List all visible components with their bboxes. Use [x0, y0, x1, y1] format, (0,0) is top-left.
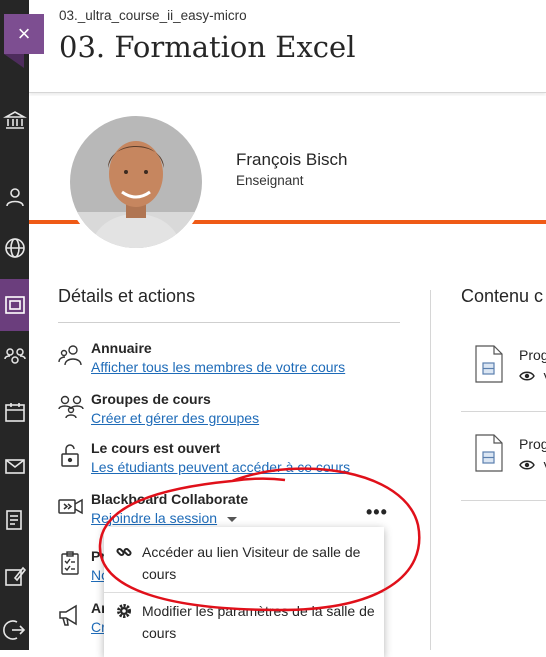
checklist-icon: [58, 550, 84, 576]
nav-messages-icon[interactable]: [0, 446, 29, 486]
session-options-menu: Accéder au lien Visiteur de salle de cou…: [104, 527, 384, 657]
visibility-status[interactable]: V: [519, 458, 546, 476]
gear-icon: [116, 603, 132, 624]
course-id: 03._ultra_course_ii_easy-micro: [59, 8, 247, 23]
unlock-icon: [58, 442, 84, 468]
document-icon: [474, 345, 504, 383]
course-header: 03._ultra_course_ii_easy-micro 03. Forma…: [29, 0, 546, 93]
course-status-link[interactable]: Les étudiants peuvent accéder à ce cours: [91, 459, 350, 475]
content-item-title[interactable]: Prog: [519, 347, 546, 363]
nav-grades-icon[interactable]: [0, 500, 29, 540]
divider: [461, 500, 546, 501]
groups-icon: [58, 393, 84, 419]
content-item-title[interactable]: Prog: [519, 436, 546, 452]
nav-profile-icon[interactable]: [0, 177, 29, 217]
megaphone-icon: [58, 602, 84, 628]
more-options-button[interactable]: •••: [366, 502, 388, 523]
close-button-tab: [4, 54, 24, 68]
close-button[interactable]: ×: [4, 14, 44, 54]
link-icon: [116, 544, 132, 565]
nav-calendar-icon[interactable]: [0, 392, 29, 432]
nav-globe-icon[interactable]: [0, 228, 29, 268]
chevron-down-icon[interactable]: [227, 517, 237, 522]
groups-label: Groupes de cours: [91, 391, 211, 407]
page-title: 03. Formation Excel: [59, 30, 356, 64]
nav-tools-icon[interactable]: [0, 556, 29, 596]
video-icon: [58, 493, 84, 519]
roster-icon: [58, 342, 84, 368]
groups-link[interactable]: Créer et gérer des groupes: [91, 410, 259, 426]
roster-label: Annuaire: [91, 340, 152, 356]
collaborate-label: Blackboard Collaborate: [91, 491, 249, 507]
join-session-link[interactable]: Rejoindre la session: [91, 510, 217, 526]
eye-icon: [519, 460, 535, 470]
details-section-title: Détails et actions: [58, 286, 196, 306]
instructor-role: Enseignant: [236, 173, 304, 188]
nav-organizations-icon[interactable]: [0, 337, 29, 377]
eye-icon: [519, 371, 535, 381]
document-icon: [474, 434, 504, 472]
visibility-status[interactable]: V: [519, 369, 546, 387]
course-status-label: Le cours est ouvert: [91, 440, 221, 456]
menu-item-label: Accéder au lien Visiteur de salle de cou…: [142, 544, 361, 582]
column-divider: [430, 290, 431, 650]
nav-courses-icon[interactable]: [0, 279, 29, 331]
nav-institution-icon[interactable]: [0, 100, 29, 140]
close-icon: ×: [17, 21, 31, 46]
divider: [58, 322, 400, 323]
avatar[interactable]: [66, 112, 206, 252]
roster-link[interactable]: Afficher tous les membres de votre cours: [91, 359, 345, 375]
divider: [104, 592, 384, 593]
menu-item-label: Modifier les paramètres de la salle de c…: [142, 603, 375, 641]
nav-signout-icon[interactable]: [0, 610, 29, 650]
instructor-name[interactable]: François Bisch: [236, 150, 347, 170]
divider: [461, 411, 546, 412]
left-navigation: [0, 0, 29, 650]
content-section-title: Contenu c: [461, 286, 544, 306]
